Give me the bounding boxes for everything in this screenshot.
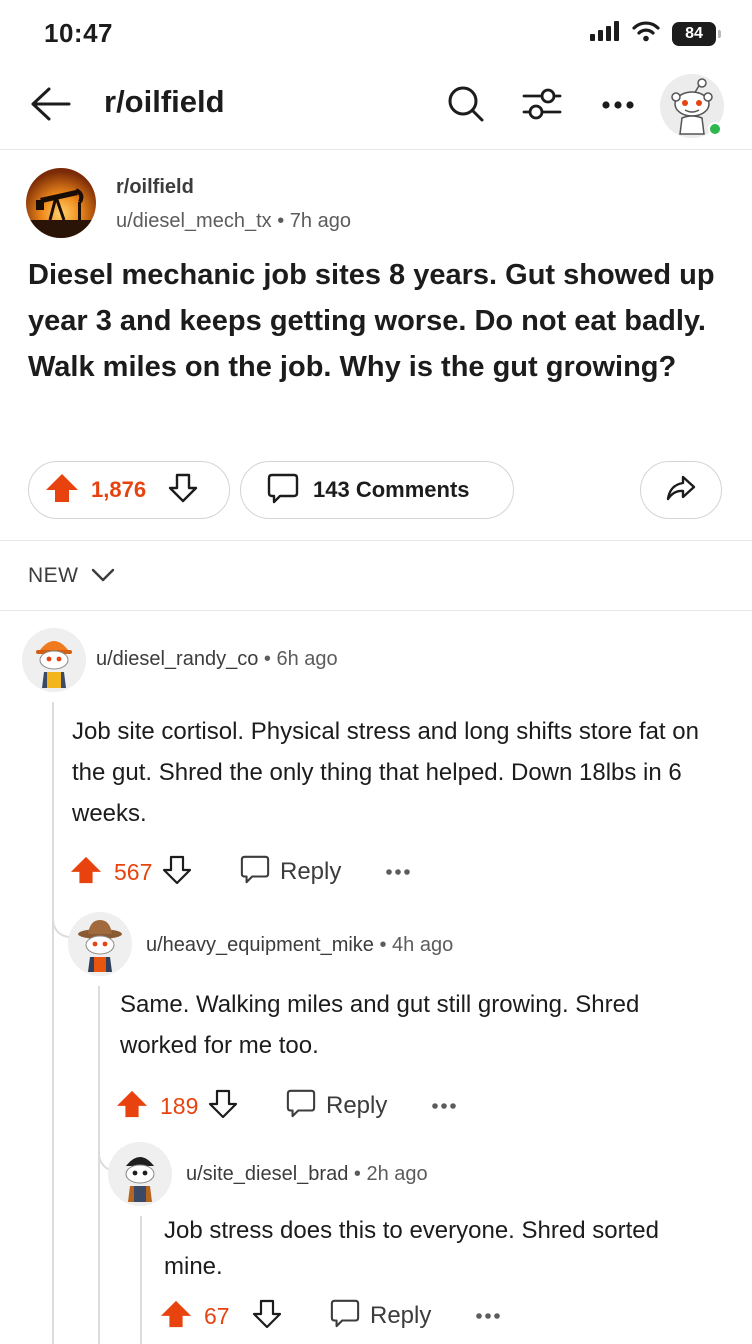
thread-line[interactable]	[140, 1216, 142, 1344]
search-icon	[447, 85, 485, 128]
comment-avatar[interactable]	[68, 912, 132, 976]
header-subreddit-title[interactable]: r/oilfield	[104, 84, 225, 120]
post-vote-bar: 1,876	[28, 461, 230, 519]
post-subreddit-name[interactable]: r/oilfield	[116, 176, 194, 199]
user-avatar-button[interactable]	[660, 74, 724, 138]
more-icon[interactable]	[385, 863, 411, 881]
post-title[interactable]: Diesel mechanic job sites 8 years. Gut s…	[28, 252, 728, 390]
reply-button[interactable]: Reply	[286, 1088, 387, 1125]
subreddit-avatar[interactable]	[26, 168, 96, 238]
thread-line[interactable]	[52, 702, 54, 1344]
comment-author[interactable]: u/diesel_randy_co	[96, 648, 258, 670]
downvote-icon[interactable]	[208, 1089, 238, 1124]
more-icon	[601, 97, 635, 115]
wifi-icon	[632, 20, 660, 47]
comment-author-line: u/diesel_randy_co • 6h ago	[96, 648, 338, 671]
status-bar: 10:47 84	[0, 0, 752, 66]
upvote-icon[interactable]	[70, 855, 102, 890]
divider	[0, 540, 752, 541]
reply-icon	[286, 1088, 316, 1125]
reply-icon	[330, 1298, 360, 1335]
online-status-dot	[708, 122, 722, 136]
upvote-icon[interactable]	[160, 1299, 192, 1334]
comment-author[interactable]: u/heavy_equipment_mike	[146, 934, 374, 956]
share-icon	[666, 475, 696, 506]
filter-button[interactable]	[516, 80, 568, 132]
comment-time: 4h ago	[392, 934, 454, 956]
comment-body: Job site cortisol. Physical stress and l…	[72, 718, 699, 827]
snoo-cowboy-avatar-icon	[68, 912, 132, 976]
comment-avatar[interactable]	[22, 628, 86, 692]
back-button[interactable]	[24, 80, 76, 132]
meta-separator: •	[353, 1163, 367, 1185]
reply-button[interactable]: Reply	[240, 854, 341, 891]
downvote-icon[interactable]	[168, 473, 198, 508]
oil-pumpjack-icon	[26, 168, 96, 238]
post-comments-button[interactable]: 143 Comments	[240, 461, 514, 519]
snoo-beanie-avatar-icon	[108, 1142, 172, 1206]
comment-score: 567	[114, 858, 153, 885]
comment-actions: 67 Reply	[160, 1296, 501, 1336]
downvote-icon[interactable]	[252, 1299, 282, 1334]
comment-icon	[267, 472, 299, 509]
comment-actions: 189 Reply	[116, 1086, 457, 1126]
post-vote-count: 1,876	[91, 477, 147, 502]
reply-label: Reply	[370, 1302, 432, 1329]
sort-label: NEW	[28, 564, 79, 587]
back-arrow-icon	[29, 86, 71, 127]
comment-body: Same. Walking miles and gut still growin…	[120, 991, 640, 1059]
comment-sort-button[interactable]: NEW	[28, 560, 115, 592]
battery-indicator: 84	[672, 21, 721, 46]
comment-author[interactable]: u/site_diesel_brad	[186, 1163, 348, 1185]
status-time: 10:47	[44, 18, 113, 48]
reply-button[interactable]: Reply	[330, 1298, 431, 1335]
snoo-hardhat-avatar-icon	[22, 628, 86, 692]
post-author[interactable]: u/diesel_mech_tx	[116, 210, 272, 232]
reply-icon	[240, 854, 270, 891]
chevron-down-icon	[91, 564, 115, 588]
comment-author-line: u/heavy_equipment_mike • 4h ago	[146, 934, 453, 957]
comment-author-line: u/site_diesel_brad • 2h ago	[186, 1163, 428, 1186]
more-options-button[interactable]	[592, 80, 644, 132]
upvote-icon[interactable]	[116, 1089, 148, 1124]
post-meta: u/diesel_mech_tx • 7h ago	[116, 210, 351, 233]
comment-actions: 567 Reply	[70, 852, 411, 892]
comment-body: Job stress does this to everyone. Shred …	[164, 1217, 659, 1280]
comment-score: 189	[160, 1092, 199, 1119]
comment-avatar[interactable]	[108, 1142, 172, 1206]
reply-label: Reply	[326, 1092, 388, 1119]
status-icons: 84	[590, 20, 721, 47]
reply-label: Reply	[280, 858, 342, 885]
divider	[0, 610, 752, 611]
thread-line[interactable]	[98, 986, 100, 1344]
top-nav-bar: r/oilfield	[0, 66, 752, 150]
meta-separator: •	[277, 210, 290, 232]
post-comments-label: 143 Comments	[313, 477, 470, 502]
cellular-signal-icon	[590, 21, 620, 46]
upvote-icon[interactable]	[45, 473, 79, 508]
search-button[interactable]	[440, 80, 492, 132]
more-icon[interactable]	[431, 1097, 457, 1115]
more-icon[interactable]	[475, 1307, 501, 1325]
comment-score: 67	[204, 1302, 230, 1329]
meta-separator: •	[263, 648, 277, 670]
share-button[interactable]	[640, 461, 722, 519]
downvote-icon[interactable]	[162, 855, 192, 890]
comment-time: 6h ago	[276, 648, 338, 670]
meta-separator: •	[379, 934, 393, 956]
post-time: 7h ago	[289, 210, 351, 232]
filter-icon	[522, 86, 562, 127]
comment-time: 2h ago	[366, 1163, 428, 1185]
